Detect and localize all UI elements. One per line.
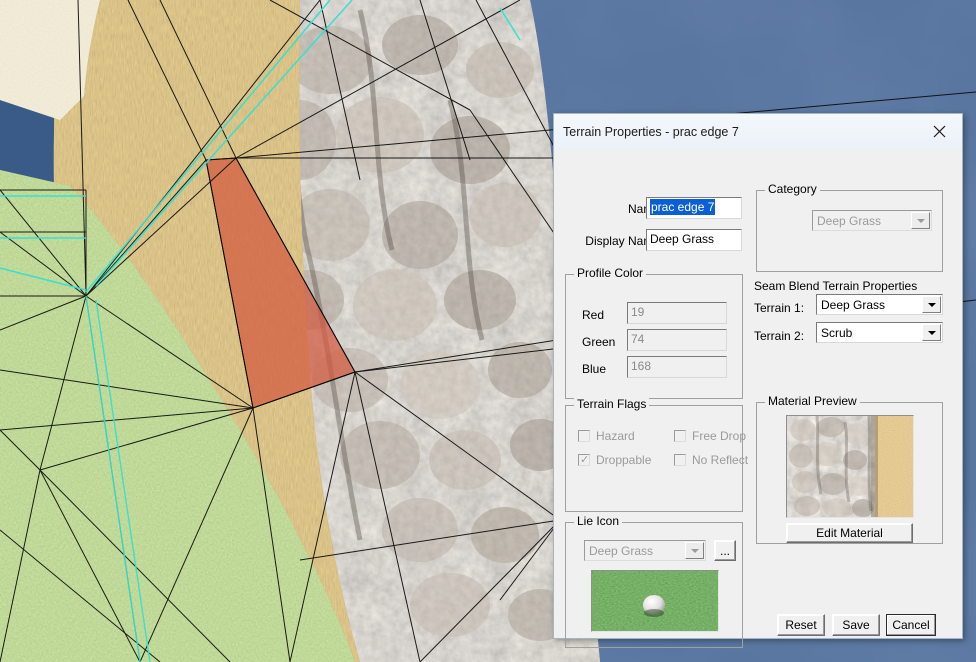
terrain2-label: Terrain 2:	[754, 329, 805, 343]
terrain2-value: Scrub	[821, 326, 853, 340]
terrain1-dropdown[interactable]: Deep Grass	[816, 294, 943, 315]
material-preview-image	[786, 415, 914, 518]
category-value: Deep Grass	[817, 214, 882, 228]
checkbox-box	[674, 430, 686, 442]
chevron-down-icon[interactable]	[911, 212, 930, 229]
checkbox-box	[578, 430, 590, 442]
chevron-down-icon[interactable]	[685, 542, 704, 559]
dialog-client-area: Name Name prac edge 7 Display Name Deep …	[554, 150, 962, 648]
checkbox-label: Free Drop	[692, 429, 747, 443]
name-input-value: prac edge 7	[650, 199, 716, 215]
terrain-flags-group: Terrain Flags Hazard Free Drop ✓ Droppab…	[565, 398, 748, 512]
checkbox-label: Droppable	[596, 453, 652, 467]
red-input[interactable]: 19	[627, 302, 727, 324]
dialog-title: Terrain Properties - prac edge 7	[563, 125, 739, 139]
checkbox-box: ✓	[578, 454, 590, 466]
material-preview-legend: Material Preview	[765, 395, 860, 408]
checkbox-label: No Reflect	[692, 453, 749, 467]
red-value: 19	[631, 305, 645, 319]
edit-material-button[interactable]: Edit Material	[786, 523, 913, 543]
lie-icon-browse-button[interactable]: ...	[714, 540, 736, 561]
blue-label: Blue	[582, 362, 607, 376]
lie-icon-group: Lie Icon Deep Grass ...	[565, 515, 743, 648]
checkbox-label: Hazard	[596, 429, 635, 443]
terrain2-dropdown[interactable]: Scrub	[816, 322, 943, 343]
profile-color-group: Profile Color Red 19 Green 74 Blue 168	[565, 267, 743, 399]
blue-value: 168	[631, 359, 652, 373]
terrain-properties-dialog: Terrain Properties - prac edge 7 Name Na…	[553, 113, 963, 648]
terrain-flags-legend: Terrain Flags	[574, 398, 650, 411]
profile-color-legend: Profile Color	[574, 267, 647, 280]
red-label: Red	[582, 308, 605, 322]
save-button[interactable]: Save	[832, 614, 880, 636]
checkbox-box	[674, 454, 686, 466]
lie-icon-preview	[591, 570, 719, 632]
terrain1-value: Deep Grass	[821, 298, 886, 312]
blue-input[interactable]: 168	[627, 356, 727, 378]
green-label: Green	[582, 335, 616, 349]
reset-button[interactable]: Reset	[777, 614, 825, 636]
category-dropdown[interactable]: Deep Grass	[812, 210, 932, 231]
dialog-titlebar[interactable]: Terrain Properties - prac edge 7	[554, 114, 962, 151]
terrain1-label: Terrain 1:	[754, 301, 805, 315]
category-group: Category Deep Grass	[756, 183, 943, 272]
check-icon: ✓	[580, 453, 590, 466]
name-input[interactable]: prac edge 7	[646, 197, 742, 219]
screen: Terrain Properties - prac edge 7 Name Na…	[0, 0, 976, 662]
green-input[interactable]: 74	[627, 329, 727, 351]
chevron-down-icon[interactable]	[922, 324, 941, 341]
green-value: 74	[631, 332, 645, 346]
close-icon[interactable]	[917, 114, 962, 149]
lie-icon-legend: Lie Icon	[574, 515, 623, 528]
lie-icon-dropdown[interactable]: Deep Grass	[584, 540, 706, 561]
chevron-down-icon[interactable]	[922, 296, 941, 313]
material-preview-group: Material Preview Edit Material	[756, 395, 943, 544]
lie-icon-value: Deep Grass	[589, 544, 654, 558]
display-name-input[interactable]: Deep Grass	[646, 229, 742, 251]
seam-blend-heading: Seam Blend Terrain Properties	[754, 279, 918, 293]
display-name-value: Deep Grass	[650, 232, 715, 246]
cancel-button[interactable]: Cancel	[886, 614, 936, 636]
category-legend: Category	[765, 183, 820, 196]
